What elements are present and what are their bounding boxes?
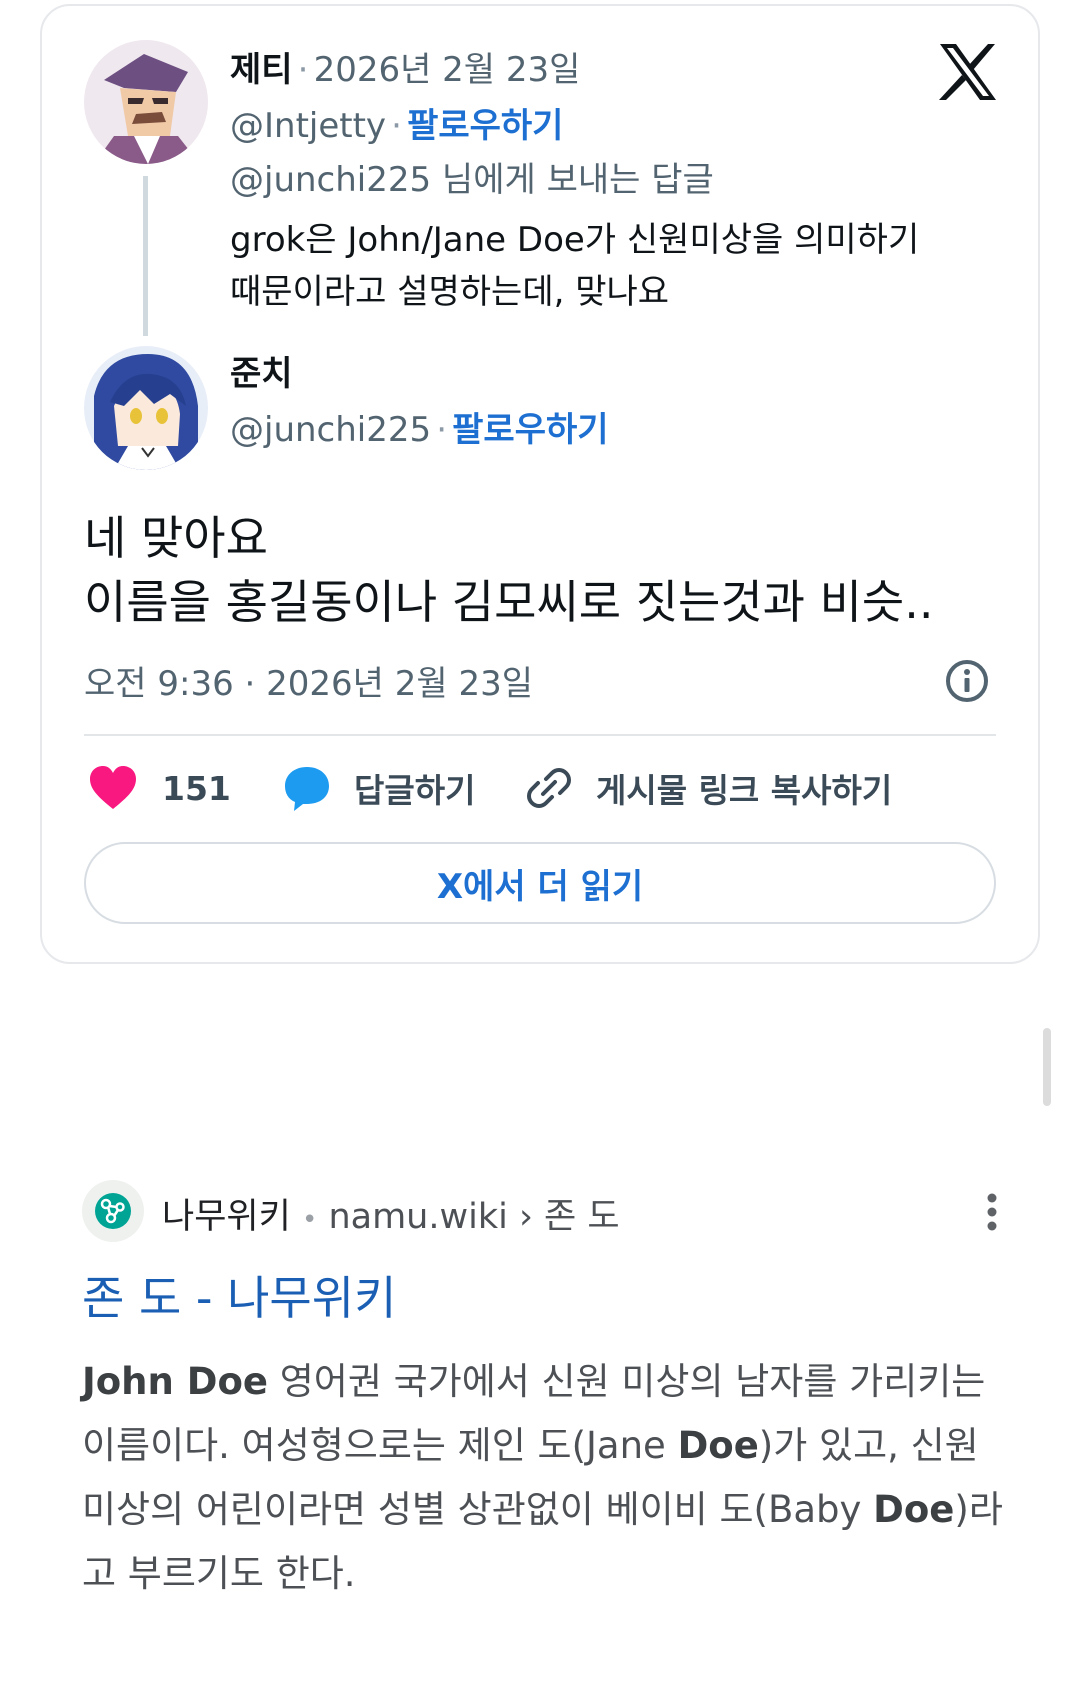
snippet-bold: John Doe xyxy=(82,1360,268,1403)
tweet-timestamp[interactable]: 오전 9:36 · 2026년 2월 23일 xyxy=(84,656,533,705)
reply-handle-row: @junchi225 · 팔로우하기 xyxy=(230,402,609,451)
original-date[interactable]: 2026년 2월 23일 xyxy=(314,50,581,90)
original-text-line2: 때문이라고 설명하는데, 맞나요 xyxy=(230,272,670,312)
copy-link-button[interactable]: 게시물 링크 복사하기 xyxy=(526,758,892,818)
reply-button[interactable]: 답글하기 xyxy=(282,758,475,818)
copy-link-label: 게시물 링크 복사하기 xyxy=(596,771,893,810)
avatar-junchi225[interactable] xyxy=(84,346,208,470)
namuwiki-favicon-icon[interactable] xyxy=(82,1180,144,1242)
result-snippet: John Doe 영어권 국가에서 신원 미상의 남자를 가리키는 이름이다. … xyxy=(82,1350,1012,1606)
follow-button-intjetty[interactable]: 팔로우하기 xyxy=(407,106,563,146)
follow-button-junchi225[interactable]: 팔로우하기 xyxy=(452,410,608,450)
bullet: • xyxy=(301,1205,318,1235)
result-title-link[interactable]: 존 도 - 나무위키 xyxy=(82,1262,396,1328)
comment-icon xyxy=(282,764,332,812)
separator-dot: · xyxy=(297,50,309,90)
scrollbar[interactable] xyxy=(1043,1028,1051,1106)
reply-label: 답글하기 xyxy=(354,771,476,810)
original-author-name[interactable]: 제티 xyxy=(230,50,293,90)
reply-text-line2: 이름을 홍길동이나 김모씨로 짓는것과 비슷.. xyxy=(84,575,934,629)
embedded-tweet-card[interactable]: 제티 · 2026년 2월 23일 @Intjetty · 팔로우하기 @jun… xyxy=(40,4,1040,964)
like-count: 151 xyxy=(162,768,231,808)
original-header: 제티 · 2026년 2월 23일 xyxy=(230,42,580,91)
reply-text-line1: 네 맞아요 xyxy=(84,511,268,565)
result-url: namu.wiki › 존 도 xyxy=(328,1197,620,1237)
original-text-line1: grok은 John/Jane Doe가 신원미상을 의미하기 xyxy=(230,220,920,260)
read-more-label: X에서 더 읽기 xyxy=(436,866,644,907)
original-handle-row: @Intjetty · 팔로우하기 xyxy=(230,98,563,147)
result-source[interactable]: 나무위키 • namu.wiki › 존 도 xyxy=(162,1188,620,1239)
site-name: 나무위키 xyxy=(162,1197,291,1237)
x-logo-icon[interactable] xyxy=(938,42,998,102)
link-icon xyxy=(526,765,572,811)
reply-handle[interactable]: @junchi225 xyxy=(230,410,431,450)
reply-to-label: @junchi225 님에게 보내는 답글 xyxy=(230,160,714,200)
original-handle[interactable]: @Intjetty xyxy=(230,106,386,146)
heart-icon xyxy=(88,765,138,811)
like-button[interactable]: 151 xyxy=(88,758,231,818)
thread-connector-line xyxy=(143,176,148,336)
separator-dot: · xyxy=(436,410,448,450)
separator-dot: · xyxy=(391,106,402,146)
read-more-on-x-button[interactable]: X에서 더 읽기 xyxy=(84,842,996,924)
info-icon[interactable] xyxy=(944,658,990,704)
snippet-bold: Doe xyxy=(873,1488,955,1531)
reply-author-name[interactable]: 준치 xyxy=(230,346,293,395)
avatar-intjetty[interactable] xyxy=(84,40,208,164)
divider xyxy=(84,734,996,736)
more-vert-icon[interactable] xyxy=(986,1192,998,1232)
snippet-bold: Doe xyxy=(677,1424,759,1467)
